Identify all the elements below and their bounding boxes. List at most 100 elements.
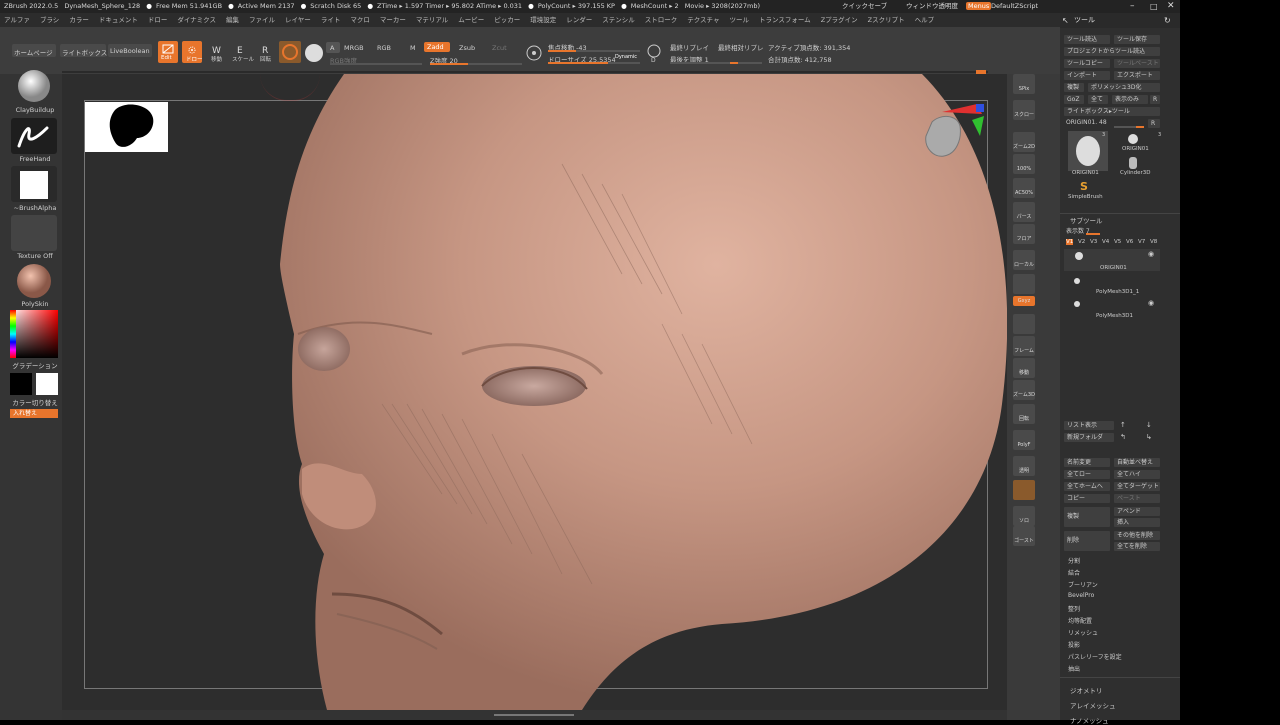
delete-button[interactable]: 削除 — [1064, 531, 1110, 551]
all-high-button[interactable]: 全てハイ — [1114, 470, 1160, 479]
nav-local-button[interactable]: ローカル — [1013, 250, 1035, 270]
project-menu[interactable]: 投影 — [1068, 640, 1080, 649]
nav-scroll-button[interactable]: スクロール — [1013, 100, 1035, 148]
menu-item[interactable]: レンダー — [566, 13, 592, 27]
hue-slider[interactable] — [10, 310, 16, 358]
remesh-menu[interactable]: リメッシュ — [1068, 628, 1098, 637]
home-button[interactable]: ホームページ — [12, 44, 56, 57]
lightbox-tools-button[interactable]: ライトボックス▸ツール — [1064, 107, 1160, 116]
delete-other-button[interactable]: その他を削除 — [1114, 531, 1160, 540]
nav-zoom3d-button[interactable]: ズーム3D — [1013, 380, 1035, 400]
goz-visible-button[interactable]: 表示のみ — [1112, 95, 1148, 104]
align-menu[interactable]: 整列 — [1068, 604, 1080, 613]
nav-spix-button[interactable]: SPix — [1013, 74, 1035, 94]
visibility-tab[interactable]: V4 — [1102, 239, 1109, 245]
visibility-tab[interactable]: V1 — [1066, 239, 1074, 245]
nav-lock-button[interactable] — [1013, 274, 1035, 294]
boolean-menu[interactable]: ブーリアン — [1068, 580, 1098, 589]
nav-floor-button[interactable]: フロア — [1013, 224, 1035, 244]
menu-item[interactable]: ステンシル — [602, 13, 635, 27]
visibility-tab[interactable]: V2 — [1078, 239, 1085, 245]
insert-button[interactable]: 挿入 — [1114, 518, 1160, 527]
subtool-header[interactable]: サブツール — [1070, 215, 1103, 225]
new-folder-button[interactable]: 新規フォルダ — [1064, 433, 1114, 442]
maximize-icon[interactable]: □ — [1150, 0, 1158, 13]
save-tool-button[interactable]: ツール保存 — [1114, 35, 1160, 44]
distribute-menu[interactable]: 均等配置 — [1068, 616, 1092, 625]
visible-count-slider[interactable] — [1086, 233, 1100, 235]
menu-item[interactable]: ピッカー — [494, 13, 520, 27]
mrgb-button[interactable]: MRGB — [344, 44, 364, 52]
color-picker[interactable] — [10, 310, 58, 358]
close-icon[interactable]: ✕ — [1167, 0, 1175, 13]
menu-item[interactable]: テクスチャ — [687, 13, 719, 27]
menu-item[interactable]: カラー — [69, 13, 89, 27]
zcut-button[interactable]: Zcut — [492, 44, 507, 52]
tool-thumb-origin-small[interactable] — [1126, 131, 1140, 145]
panel-refresh-icon[interactable]: ↻ — [1164, 13, 1171, 28]
a-button[interactable]: A — [326, 42, 340, 53]
menus-button[interactable]: Menus — [966, 0, 992, 13]
rgb-intensity-slider[interactable] — [330, 63, 422, 65]
menu-item[interactable]: マテリアル — [416, 13, 448, 27]
zsub-button[interactable]: Zsub — [459, 44, 475, 52]
menu-item[interactable]: ヘルプ — [915, 13, 935, 27]
all-target-button[interactable]: 全てターゲット — [1114, 482, 1160, 491]
bottom-handle[interactable] — [494, 714, 574, 716]
nav-move-button[interactable]: 移動 — [1013, 358, 1035, 378]
default-zscript-button[interactable]: DefaultZScript — [991, 0, 1038, 13]
paste-button[interactable]: ペースト — [1114, 494, 1160, 503]
goz-all-button[interactable]: 全て — [1088, 95, 1108, 104]
append-button[interactable]: アペンド — [1114, 507, 1160, 516]
rename-button[interactable]: 名前変更 — [1064, 458, 1110, 467]
nav-polyf-button[interactable]: PolyF — [1013, 430, 1035, 450]
simplebrush-icon[interactable]: S — [1080, 180, 1088, 193]
tool-slider-fill[interactable] — [1136, 126, 1144, 128]
move-button[interactable]: W 移動 — [206, 41, 226, 63]
move-up-icon[interactable]: ↰ — [1120, 433, 1126, 441]
material-slot[interactable] — [11, 262, 57, 300]
geometry-header[interactable]: ジオメトリ — [1070, 685, 1103, 695]
auto-reorder-button[interactable]: 自動並べ替え — [1114, 458, 1160, 467]
menu-item[interactable]: アルファ — [4, 13, 30, 27]
last-relative-replay-button[interactable]: 最終相対リプレ — [718, 42, 764, 52]
menu-item[interactable]: ストローク — [645, 13, 678, 27]
nav-gxyz-button[interactable]: Gxyz — [1013, 296, 1035, 306]
visibility-tab[interactable]: V8 — [1150, 239, 1157, 245]
menu-item[interactable]: ツール — [730, 13, 750, 27]
adjust-last-slider[interactable] — [670, 62, 762, 64]
nav-zoom2d-button[interactable]: ズーム2D — [1013, 132, 1035, 152]
swap-color-button[interactable]: 入れ替え — [10, 409, 58, 418]
last-replay-button[interactable]: 最終リプレイ — [670, 42, 709, 52]
duplicate-button[interactable]: 複製 — [1064, 507, 1110, 527]
load-tool-button[interactable]: ツール読込 — [1064, 35, 1110, 44]
viewport-canvas[interactable] — [62, 74, 1007, 710]
menu-item[interactable]: ブラシ — [40, 13, 59, 27]
move-down-icon[interactable]: ↳ — [1146, 433, 1152, 441]
m-button[interactable]: M — [410, 44, 416, 52]
all-low-button[interactable]: 全てロー — [1064, 470, 1110, 479]
tool-r-button[interactable]: R — [1148, 119, 1160, 128]
nav-material-button[interactable] — [1013, 480, 1035, 500]
nav-ghost-button[interactable]: ゴースト — [1013, 526, 1035, 546]
nav-transp-button[interactable]: 透明 — [1013, 456, 1035, 476]
quicksave-button[interactable]: クイックセーブ — [842, 0, 887, 13]
menu-item[interactable]: ライト — [321, 13, 341, 27]
menu-item[interactable]: ムービー — [458, 13, 484, 27]
minimize-icon[interactable]: – — [1130, 0, 1135, 13]
merge-menu[interactable]: 結合 — [1068, 568, 1080, 577]
menu-item[interactable]: ダイナミクス — [177, 13, 216, 27]
head-sculpt[interactable] — [62, 74, 1007, 710]
tool-thumb-cylinder[interactable] — [1126, 155, 1140, 171]
zadd-button[interactable]: Zadd — [424, 42, 450, 52]
load-from-project-button[interactable]: プロジェクトからツール読込 — [1064, 47, 1160, 56]
nav-persp-button[interactable]: パース — [1013, 202, 1035, 222]
menu-item[interactable]: ドキュメント — [99, 13, 138, 27]
main-color-swatch[interactable] — [10, 373, 32, 395]
export-button[interactable]: エクスポート — [1114, 71, 1160, 80]
nav-solo-button[interactable]: ソロ — [1013, 506, 1035, 526]
bevelpro-menu[interactable]: BevelPro — [1068, 592, 1094, 599]
panel-arrow-icon[interactable]: ↖ — [1062, 13, 1069, 28]
menu-item[interactable]: マーカー — [380, 13, 406, 27]
menu-item[interactable]: 環境設定 — [530, 13, 556, 27]
